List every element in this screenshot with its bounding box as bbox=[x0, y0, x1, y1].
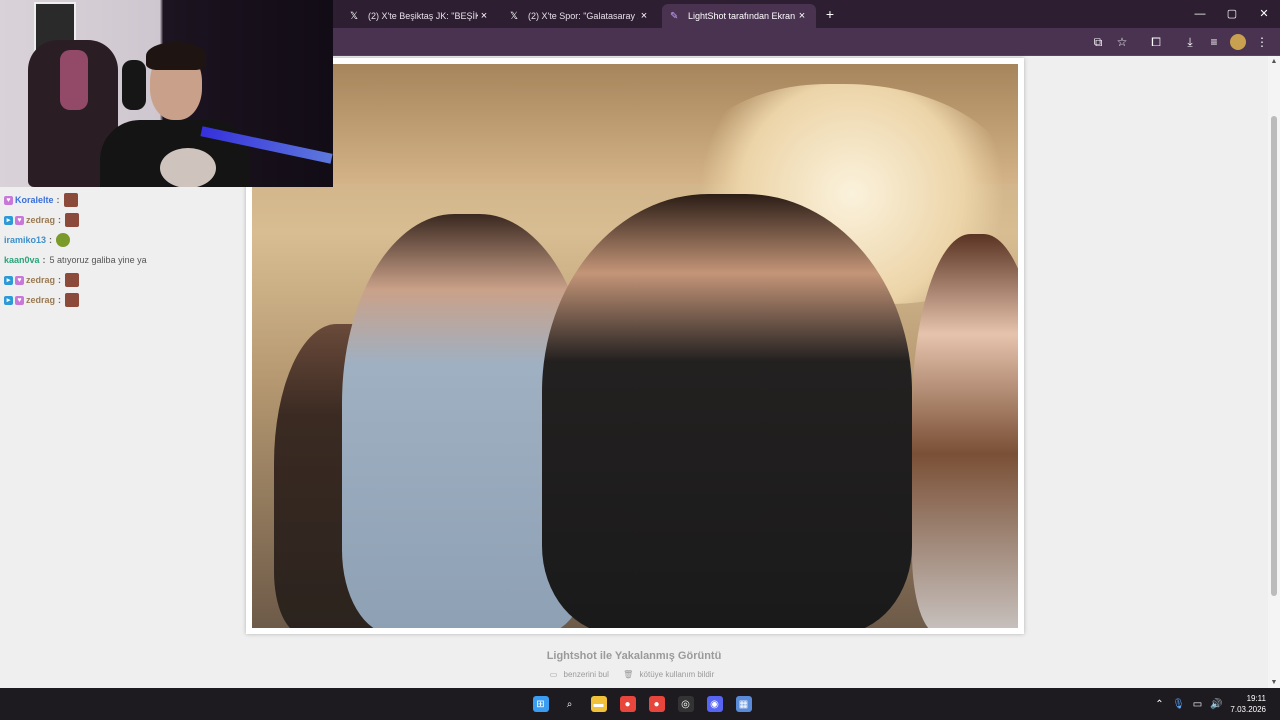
chevron-up-icon[interactable]: ⌃ bbox=[1150, 699, 1169, 710]
tab-title: LightShot tarafından Ekran Gör bbox=[688, 11, 796, 21]
chat-message: ▸ ♥ zedrag: bbox=[0, 290, 245, 310]
chrome-active-icon-glyph: ● bbox=[648, 696, 665, 712]
subscriber-badge-icon: ▸ bbox=[4, 275, 13, 285]
more-menu-icon[interactable]: ⋮ bbox=[1250, 35, 1274, 49]
chat-emote-icon bbox=[65, 293, 80, 307]
install-app-icon[interactable]: ⧉ bbox=[1086, 35, 1110, 50]
page-title: Lightshot ile Yakalanmış Görüntü bbox=[546, 650, 722, 662]
windows-start-icon[interactable]: ⊞ bbox=[526, 692, 555, 716]
search-icon[interactable]: ⌕ bbox=[555, 692, 584, 716]
clock-date: 7.03.2026 bbox=[1230, 705, 1266, 714]
media-controls-icon[interactable]: ≡ bbox=[1202, 35, 1226, 49]
tab-spor[interactable]: 𝕏 (2) X'te Spor: "Galatasaray XI × bbox=[502, 4, 658, 28]
scroll-down-icon[interactable]: ▼ bbox=[1270, 679, 1278, 686]
report-abuse-link[interactable]: 🗑 kötüye kullanım bildir bbox=[623, 670, 718, 679]
screenshot-image[interactable] bbox=[252, 64, 1018, 628]
chat-emote-icon bbox=[63, 193, 78, 207]
chat-colon: : bbox=[58, 275, 62, 285]
github-icon-glyph: ◎ bbox=[677, 696, 694, 712]
chat-text: 5 atıyoruz galiba yine ya bbox=[49, 255, 147, 265]
profile-icon[interactable] bbox=[1230, 34, 1246, 50]
chat-colon: : bbox=[42, 255, 46, 265]
maximize-button[interactable]: ▢ bbox=[1216, 0, 1248, 28]
system-tray: ⌃ 🎙 ▭ 🔊 bbox=[1150, 688, 1226, 720]
download-icon[interactable]: ⤓ bbox=[1178, 35, 1202, 50]
heart-badge-icon: ♥ bbox=[15, 215, 24, 225]
subscriber-badge-icon: ▸ bbox=[4, 295, 13, 305]
tab-title: (2) X'te Spor: "Galatasaray XI bbox=[528, 11, 638, 21]
windows-taskbar: ⊞ ⌕ ▬ ● ● ◎ ◉ ▦ ⌃ 🎙 ▭ 🔊 19:11 7.03.2026 bbox=[0, 688, 1280, 720]
toolbar-icons: ⧉ ☆ ⧠ ⤓ ≡ ⋮ bbox=[1086, 28, 1274, 56]
calculator-icon[interactable]: ▦ bbox=[729, 692, 758, 716]
discord-icon[interactable]: ◉ bbox=[700, 692, 729, 716]
extensions-icon[interactable]: ⧠ bbox=[1144, 35, 1168, 50]
subscriber-badge-icon: ▸ bbox=[4, 215, 13, 225]
calculator-icon-glyph: ▦ bbox=[735, 696, 752, 712]
chat-username[interactable]: zedrag bbox=[26, 275, 55, 285]
chrome-active-icon[interactable]: ● bbox=[642, 692, 671, 716]
chat-emote-icon bbox=[65, 273, 80, 287]
chat-colon: : bbox=[49, 235, 53, 245]
chat-emote-icon bbox=[56, 233, 71, 247]
chat-colon: : bbox=[58, 215, 62, 225]
chat-username[interactable]: iramiko13 bbox=[4, 235, 46, 245]
chat-overlay: ♥ Koralelte: ▸ ♥ zedrag: iramiko13: kaan0va:5 … bbox=[0, 190, 245, 310]
close-icon[interactable]: × bbox=[638, 10, 650, 22]
page-scrollbar[interactable]: ▲ ▼ bbox=[1268, 56, 1280, 688]
github-icon[interactable]: ◎ bbox=[671, 692, 700, 716]
heart-badge-icon: ♥ bbox=[4, 195, 13, 205]
feather-icon: ✎ bbox=[670, 10, 679, 22]
chat-colon: : bbox=[58, 295, 62, 305]
chat-message: ▸ ♥ zedrag: bbox=[0, 210, 245, 230]
scrollbar-thumb[interactable] bbox=[1271, 116, 1277, 596]
discord-icon-glyph: ◉ bbox=[706, 696, 723, 712]
webcam-overlay bbox=[0, 0, 333, 187]
tab-title: (2) X'te Beşiktaş JK: "BEŞİKTAŞ bbox=[368, 11, 478, 21]
chat-colon: : bbox=[56, 195, 60, 205]
close-icon[interactable]: × bbox=[478, 10, 490, 22]
file-explorer-icon-glyph: ▬ bbox=[590, 696, 607, 712]
chat-message: ♥ Koralelte: bbox=[0, 190, 245, 210]
new-tab-button[interactable]: + bbox=[820, 4, 840, 24]
chat-message: ▸ ♥ zedrag: bbox=[0, 270, 245, 290]
chrome-icon-glyph: ● bbox=[619, 696, 636, 712]
close-icon[interactable]: × bbox=[796, 10, 808, 22]
chat-message: iramiko13: bbox=[0, 230, 245, 250]
chrome-icon[interactable]: ● bbox=[613, 692, 642, 716]
bookmark-star-icon[interactable]: ☆ bbox=[1110, 35, 1134, 49]
chat-emote-icon bbox=[65, 213, 80, 227]
close-window-button[interactable]: ✕ bbox=[1248, 0, 1280, 28]
clock[interactable]: 19:11 7.03.2026 bbox=[1230, 693, 1266, 715]
heart-badge-icon: ♥ bbox=[15, 275, 24, 285]
tab-lightshot[interactable]: ✎ LightShot tarafından Ekran Gör × bbox=[662, 4, 816, 28]
x-logo-icon: 𝕏 bbox=[510, 10, 519, 22]
volume-icon[interactable]: 🔊 bbox=[1207, 699, 1226, 710]
search-icon-glyph: ⌕ bbox=[561, 696, 578, 712]
chat-username[interactable]: zedrag bbox=[26, 215, 55, 225]
heart-badge-icon: ♥ bbox=[15, 295, 24, 305]
chat-username[interactable]: kaan0va bbox=[4, 255, 40, 265]
scroll-up-icon[interactable]: ▲ bbox=[1270, 58, 1278, 65]
clock-time: 19:11 bbox=[1246, 694, 1266, 703]
chat-username[interactable]: zedrag bbox=[26, 295, 55, 305]
file-explorer-icon[interactable]: ▬ bbox=[584, 692, 613, 716]
find-similar-link[interactable]: ▭ benzerini bul bbox=[550, 670, 613, 679]
display-icon[interactable]: ▭ bbox=[1188, 699, 1207, 710]
chat-message: kaan0va:5 atıyoruz galiba yine ya bbox=[0, 250, 245, 270]
mic-icon[interactable]: 🎙 bbox=[1169, 699, 1188, 710]
windows-start-icon-glyph: ⊞ bbox=[532, 696, 549, 712]
tab-besiktas[interactable]: 𝕏 (2) X'te Beşiktaş JK: "BEŞİKTAŞ × bbox=[342, 4, 498, 28]
window-controls: — ▢ ✕ bbox=[1184, 0, 1280, 28]
screenshot-frame bbox=[246, 58, 1024, 634]
caption-links: ▭ benzerini bul 🗑 kötüye kullanım bildir bbox=[0, 670, 1268, 679]
minimize-button[interactable]: — bbox=[1184, 0, 1216, 28]
x-logo-icon: 𝕏 bbox=[350, 10, 359, 22]
taskbar-apps: ⊞ ⌕ ▬ ● ● ◎ ◉ ▦ bbox=[526, 692, 758, 716]
chat-username[interactable]: Koralelte bbox=[15, 195, 54, 205]
